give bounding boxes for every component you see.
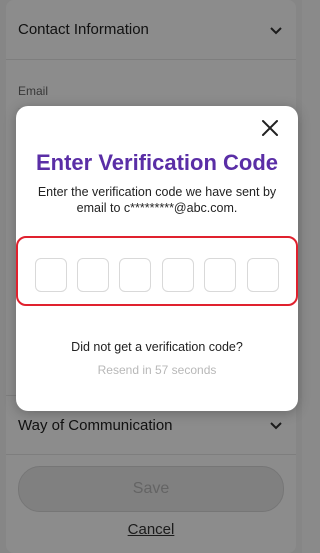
code-digit-input[interactable] [77,258,109,292]
code-input-highlight [16,236,298,306]
modal-message: Enter the verification code we have sent… [37,185,277,215]
close-icon[interactable] [260,118,280,138]
code-digit-input[interactable] [204,258,236,292]
code-digit-input[interactable] [162,258,194,292]
resend-timer[interactable]: Resend in 57 seconds [16,363,298,377]
code-digit-input[interactable] [119,258,151,292]
code-digit-input[interactable] [35,258,67,292]
code-digit-input[interactable] [247,258,279,292]
modal-title: Enter Verification Code [35,150,279,175]
resend-question: Did not get a verification code? [71,340,243,354]
page: Contact Information Email Way of Communi… [0,0,302,553]
verification-code-modal: Enter Verification Code Enter the verifi… [16,106,298,411]
